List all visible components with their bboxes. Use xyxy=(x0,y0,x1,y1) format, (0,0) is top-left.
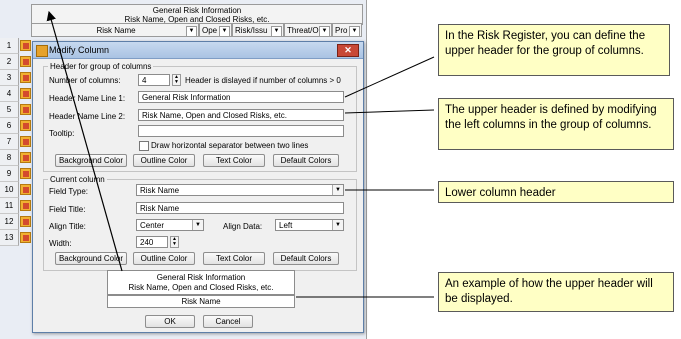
line-to-header-line2 xyxy=(344,109,435,114)
line-to-header-line1 xyxy=(344,56,435,98)
callout-lower-header: Lower column header xyxy=(438,181,674,203)
callout-example: An example of how the upper header will … xyxy=(438,272,674,312)
arrow-to-upper-header xyxy=(46,10,123,272)
callout-upper-header: In the Risk Register, you can define the… xyxy=(438,24,670,76)
callout-left-columns: The upper header is defined by modifying… xyxy=(438,98,674,150)
